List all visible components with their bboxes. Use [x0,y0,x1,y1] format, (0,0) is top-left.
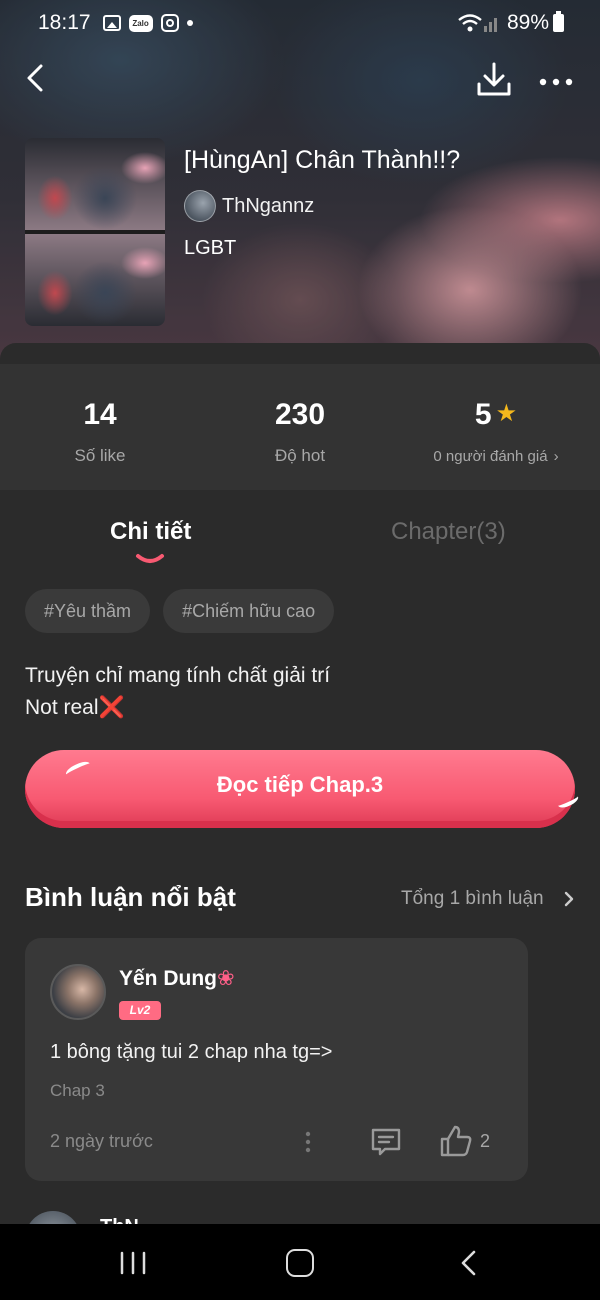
rating-value: 5 [474,398,492,431]
comment-card: Yến Dung❀ Lv2 1 bông tặng tui 2 chap nha… [25,938,528,1181]
description-text: Not real [25,696,99,719]
tag-list: #Yêu thầm #Chiếm hữu cao [25,589,347,633]
stats-bar: 14 Số like 230 Độ hot 5 ★ 0 người đánh gi… [0,364,600,490]
home-icon[interactable] [286,1249,314,1277]
star-icon: ★ [495,400,518,427]
battery-icon [553,11,564,32]
instagram-icon [160,14,179,32]
story-cover-image[interactable] [25,138,165,326]
like-icon[interactable] [439,1124,473,1158]
recent-apps-icon[interactable] [118,1251,148,1275]
status-bar: 18:17 Zalo 89% [38,8,564,38]
comment-time: 2 ngày trước [50,1131,153,1151]
all-comments-link[interactable]: Tổng 1 bình luận [401,888,544,910]
author-link[interactable]: ThNgannz [184,190,314,222]
hot-value: 230 [274,398,326,431]
commenter-avatar[interactable] [50,964,106,1020]
chevron-right-icon: › [553,448,559,465]
like-count: 2 [480,1131,491,1151]
back-nav-icon[interactable] [458,1250,480,1276]
description-line-2: Not real❌ [25,692,330,724]
tag-chip[interactable]: #Yêu thầm [25,589,151,633]
rating-row-label: 0 người đánh giá › [396,448,596,465]
vertical-dots-icon[interactable] [298,1130,318,1154]
notification-dot-icon [186,20,193,26]
system-navigation-bar [0,1224,600,1300]
download-icon[interactable] [474,60,514,100]
chevron-right-icon[interactable] [562,890,576,908]
back-arrow-icon[interactable] [20,60,56,96]
likes-label: Số like [74,446,126,465]
tab-details[interactable]: Chi tiết [110,518,191,546]
comments-section-title: Bình luận nổi bật [25,882,236,912]
story-genre: LGBT [184,237,237,259]
story-description: Truyện chỉ mang tính chất giải trí Not r… [25,660,330,724]
hibiscus-icon: ❀ [217,967,235,990]
tab-chapters[interactable]: Chapter(3) [391,518,506,546]
description-line: Truyện chỉ mang tính chất giải trí [25,664,331,687]
comment-chapter: Chap 3 [50,1081,105,1100]
more-options-icon[interactable] [536,62,576,98]
tag-chip[interactable]: #Chiếm hữu cao [163,589,335,633]
author-name: ThNgannz [222,194,315,217]
cross-mark-icon: ❌ [98,696,125,719]
likes-value: 14 [83,398,117,431]
continue-reading-button[interactable]: Đọc tiếp Chap.3 [25,750,581,828]
gallery-icon [102,15,121,31]
comment-text: 1 bông tặng tui 2 chap nha tg=> [50,1041,333,1063]
battery-percent: 89% [506,11,549,34]
rating-row: 5 ★ [396,398,596,432]
zalo-icon: Zalo [128,14,153,32]
rating-label: 0 người đánh giá [433,448,548,465]
reply-icon[interactable] [370,1126,402,1158]
status-time: 18:17 [38,11,91,34]
signal-icon [483,18,497,32]
commenter-name[interactable]: Yến Dung❀ [119,966,235,991]
wifi-icon [458,14,482,32]
active-tab-indicator [136,554,164,563]
level-badge: Lv2 [119,1001,161,1020]
hot-label: Độ hot [274,446,326,465]
commenter-name-text: Yến Dung [119,967,217,990]
author-avatar [184,190,216,222]
story-title: [HùngAn] Chân Thành!!? [184,146,461,174]
continue-reading-label: Đọc tiếp Chap.3 [216,772,384,797]
